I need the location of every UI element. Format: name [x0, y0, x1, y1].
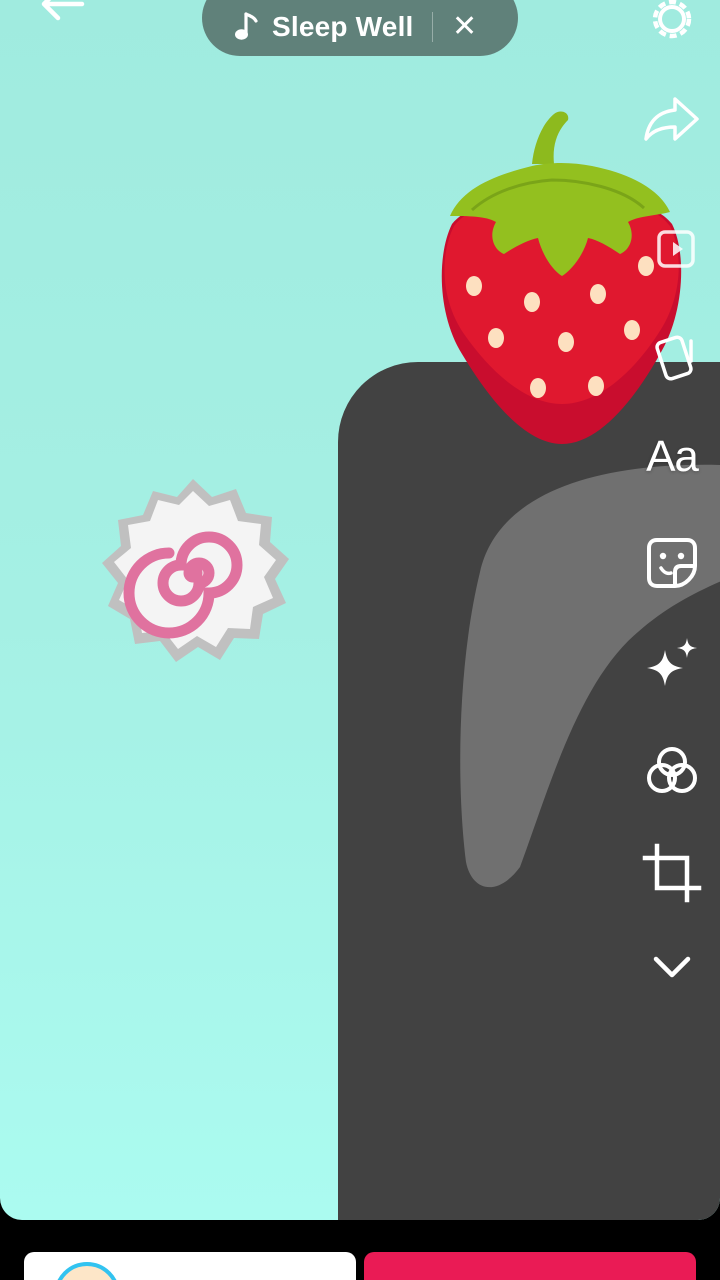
- effects-button[interactable]: [632, 630, 712, 700]
- template-icon: [657, 230, 695, 268]
- flip-icon: [655, 335, 693, 381]
- sticker-button[interactable]: [632, 528, 712, 598]
- crop-button[interactable]: [632, 838, 712, 908]
- settings-gear-icon: [652, 0, 692, 39]
- music-title: Sleep Well: [272, 11, 414, 42]
- remove-music-button[interactable]: ✕: [433, 7, 497, 47]
- flip-button[interactable]: [632, 322, 712, 392]
- back-arrow-icon[interactable]: [38, 0, 88, 26]
- crop-icon: [642, 843, 702, 903]
- settings-button[interactable]: [632, 0, 712, 54]
- chevron-down-icon: [653, 956, 691, 978]
- template-button[interactable]: [632, 214, 712, 284]
- music-selector-pill[interactable]: Sleep Well ✕: [202, 0, 518, 56]
- right-toolbar: Aa: [620, 0, 720, 1000]
- editor-canvas[interactable]: Sleep Well ✕ Aa: [0, 0, 720, 1220]
- share-button[interactable]: [632, 84, 712, 154]
- filters-icon: [647, 747, 697, 793]
- sticker-icon: [647, 538, 697, 588]
- text-icon: Aa: [646, 432, 699, 481]
- filters-button[interactable]: [632, 736, 712, 806]
- your-story-button[interactable]: [24, 1252, 356, 1280]
- effects-sparkle-icon: [647, 638, 697, 686]
- naruto-fishcake-sticker[interactable]: [95, 475, 291, 671]
- share-arrow-icon: [644, 97, 699, 141]
- post-button[interactable]: [364, 1252, 696, 1280]
- more-tools-button[interactable]: [632, 932, 712, 1002]
- text-tool-button[interactable]: Aa: [632, 422, 712, 492]
- story-editor-screen: Sleep Well ✕ Aa: [0, 0, 720, 1280]
- avatar: [54, 1262, 120, 1280]
- music-note-icon: [235, 12, 258, 40]
